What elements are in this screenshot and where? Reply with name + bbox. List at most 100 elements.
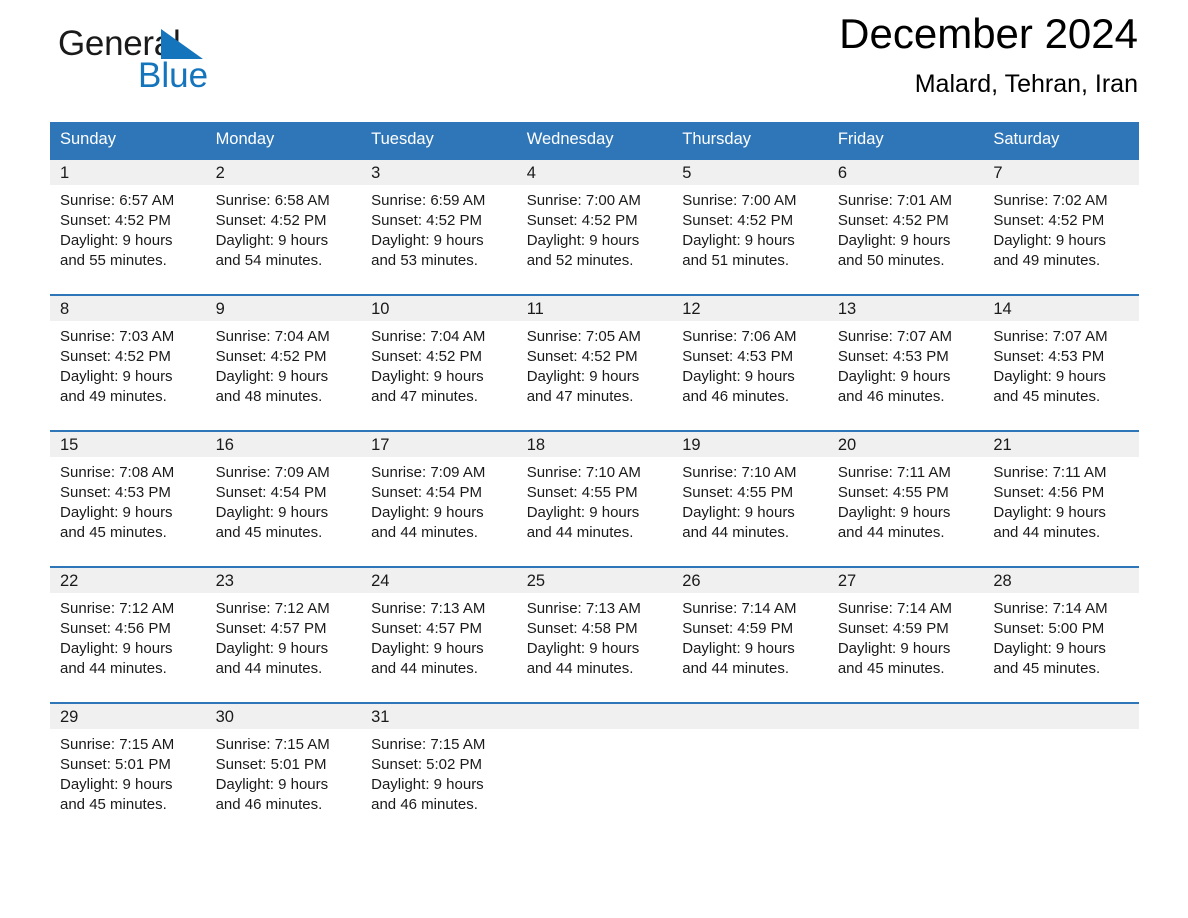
day-details: Sunrise: 7:11 AM Sunset: 4:55 PM Daylight:… — [828, 457, 984, 553]
weekday-header-sunday: Sunday — [50, 122, 206, 159]
calendar-week-row: 22 Sunrise: 7:12 AM Sunset: 4:56 PM Dayligh… — [50, 566, 1139, 689]
daylight-text-line1: Daylight: 9 hours — [837, 368, 951, 385]
day-details: Sunrise: 6:58 AM Sunset: 4:52 PM Daylight:… — [206, 185, 362, 281]
sunset-text: Sunset: 4:57 PM — [215, 620, 327, 637]
brand-triangle-icon — [161, 29, 203, 59]
weekday-header-friday: Friday — [827, 122, 984, 159]
daylight-text-line1: Daylight: 9 hours — [993, 232, 1106, 249]
day-number-band: 19 — [672, 432, 828, 457]
calendar-day-cell[interactable]: 13 Sunrise: 7:07 AM Sunset: 4:53 PM Dayligh… — [827, 294, 984, 417]
sunset-text: Sunset: 4:56 PM — [60, 620, 171, 637]
calendar-day-cell[interactable]: 1 Sunrise: 6:57 AM Sunset: 4:52 PM Daylight… — [50, 158, 206, 281]
day-details: Sunrise: 7:12 AM Sunset: 4:57 PM Daylight:… — [206, 593, 362, 689]
calendar-day-cell[interactable]: 23 Sunrise: 7:12 AM Sunset: 4:57 PM Dayligh… — [205, 566, 362, 689]
sunset-text: Sunset: 4:59 PM — [837, 620, 949, 637]
sunrise-text: Sunrise: 7:13 AM — [526, 600, 641, 617]
calendar-day-cell[interactable]: 27 Sunrise: 7:14 AM Sunset: 4:59 PM Dayligh… — [827, 566, 984, 689]
day-number: 12 — [682, 300, 701, 318]
calendar-day-cell[interactable]: 21 Sunrise: 7:11 AM Sunset: 4:56 PM Dayligh… — [983, 430, 1139, 553]
calendar-day-cell[interactable]: 14 Sunrise: 7:07 AM Sunset: 4:53 PM Dayligh… — [983, 294, 1139, 417]
title-block: December 2024 Malard, Tehran, Iran — [839, 0, 1138, 99]
day-details: Sunrise: 7:13 AM Sunset: 4:58 PM Daylight:… — [517, 593, 673, 689]
calendar-day-cell[interactable]: 19 Sunrise: 7:10 AM Sunset: 4:55 PM Dayligh… — [672, 430, 828, 553]
calendar-day-cell[interactable]: 10 Sunrise: 7:04 AM Sunset: 4:52 PM Dayligh… — [361, 294, 517, 417]
calendar-day-cell[interactable]: 17 Sunrise: 7:09 AM Sunset: 4:54 PM Dayligh… — [361, 430, 517, 553]
daylight-text-line2: and 49 minutes. — [60, 388, 167, 405]
day-number-band: 10 — [361, 296, 517, 321]
day-number-band: 27 — [827, 568, 984, 593]
calendar-day-cell[interactable]: 28 Sunrise: 7:14 AM Sunset: 5:00 PM Dayligh… — [983, 566, 1139, 689]
calendar-week-row: 29 Sunrise: 7:15 AM Sunset: 5:01 PM Dayligh… — [50, 702, 1139, 825]
sunrise-text: Sunrise: 7:04 AM — [371, 328, 486, 345]
sunset-text: Sunset: 4:54 PM — [371, 484, 483, 501]
daylight-text-line2: and 44 minutes. — [526, 660, 634, 677]
calendar-day-cell[interactable]: 5 Sunrise: 7:00 AM Sunset: 4:52 PM Daylight… — [672, 158, 828, 281]
sunset-text: Sunset: 4:53 PM — [60, 484, 171, 501]
sunrise-text: Sunrise: 7:01 AM — [837, 192, 953, 209]
day-details: Sunrise: 7:14 AM Sunset: 4:59 PM Daylight:… — [672, 593, 828, 689]
day-number-band: 12 — [672, 296, 828, 321]
daylight-text-line1: Daylight: 9 hours — [526, 368, 640, 385]
calendar-day-cell[interactable]: 8 Sunrise: 7:03 AM Sunset: 4:52 PM Daylight… — [50, 294, 206, 417]
day-details: Sunrise: 7:04 AM Sunset: 4:52 PM Daylight:… — [206, 321, 362, 417]
day-details: Sunrise: 7:13 AM Sunset: 4:57 PM Daylight:… — [361, 593, 517, 689]
sunrise-text: Sunrise: 7:04 AM — [215, 328, 330, 345]
day-number-band: 29 — [50, 704, 206, 729]
calendar-week-row: 15 Sunrise: 7:08 AM Sunset: 4:53 PM Dayligh… — [50, 430, 1139, 553]
calendar-day-cell[interactable]: 7 Sunrise: 7:02 AM Sunset: 4:52 PM Daylight… — [983, 158, 1139, 281]
calendar-day-cell[interactable]: 6 Sunrise: 7:01 AM Sunset: 4:52 PM Daylight… — [827, 158, 984, 281]
day-details — [828, 729, 984, 745]
sunset-text: Sunset: 4:53 PM — [837, 348, 949, 365]
calendar-day-cell[interactable]: 16 Sunrise: 7:09 AM Sunset: 4:54 PM Dayligh… — [205, 430, 362, 553]
day-number: 22 — [60, 572, 79, 590]
calendar-day-cell[interactable]: 3 Sunrise: 6:59 AM Sunset: 4:52 PM Daylight… — [361, 158, 517, 281]
day-number: 4 — [526, 164, 536, 182]
daylight-text-line2: and 55 minutes. — [60, 252, 167, 269]
calendar-day-cell[interactable]: 22 Sunrise: 7:12 AM Sunset: 4:56 PM Dayligh… — [50, 566, 206, 689]
daylight-text-line2: and 45 minutes. — [60, 796, 167, 813]
calendar-day-cell[interactable]: 12 Sunrise: 7:06 AM Sunset: 4:53 PM Dayligh… — [672, 294, 828, 417]
calendar-day-cell[interactable]: 4 Sunrise: 7:00 AM Sunset: 4:52 PM Daylight… — [516, 158, 673, 281]
calendar-day-cell[interactable]: 11 Sunrise: 7:05 AM Sunset: 4:52 PM Dayligh… — [516, 294, 673, 417]
sunset-text: Sunset: 5:02 PM — [371, 756, 483, 773]
daylight-text-line2: and 45 minutes. — [60, 524, 167, 541]
day-details: Sunrise: 7:06 AM Sunset: 4:53 PM Daylight:… — [672, 321, 828, 417]
day-number-band: 4 — [516, 160, 673, 185]
daylight-text-line2: and 44 minutes. — [215, 660, 323, 677]
day-details: Sunrise: 7:08 AM Sunset: 4:53 PM Daylight:… — [50, 457, 206, 553]
day-details: Sunrise: 7:07 AM Sunset: 4:53 PM Daylight:… — [983, 321, 1139, 417]
sunset-text: Sunset: 4:55 PM — [682, 484, 794, 501]
weekday-header-monday: Monday — [205, 122, 362, 159]
day-number-band: 26 — [672, 568, 828, 593]
sunset-text: Sunset: 4:58 PM — [526, 620, 638, 637]
sunrise-text: Sunrise: 7:14 AM — [682, 600, 797, 617]
daylight-text-line1: Daylight: 9 hours — [371, 776, 484, 793]
calendar-day-cell[interactable]: 26 Sunrise: 7:14 AM Sunset: 4:59 PM Dayligh… — [672, 566, 828, 689]
sunrise-text: Sunrise: 7:10 AM — [682, 464, 797, 481]
daylight-text-line1: Daylight: 9 hours — [526, 232, 640, 249]
calendar-day-cell[interactable]: 25 Sunrise: 7:13 AM Sunset: 4:58 PM Dayligh… — [516, 566, 673, 689]
daylight-text-line1: Daylight: 9 hours — [371, 640, 484, 657]
calendar-day-cell[interactable]: 31 Sunrise: 7:15 AM Sunset: 5:02 PM Dayligh… — [361, 702, 517, 825]
daylight-text-line2: and 45 minutes. — [993, 388, 1101, 405]
calendar-day-cell[interactable]: 2 Sunrise: 6:58 AM Sunset: 4:52 PM Daylight… — [205, 158, 362, 281]
daylight-text-line1: Daylight: 9 hours — [526, 640, 640, 657]
sunrise-text: Sunrise: 7:11 AM — [837, 464, 951, 481]
day-number-band — [827, 704, 984, 729]
weekday-header-wednesday: Wednesday — [516, 122, 673, 159]
day-number: 8 — [60, 300, 70, 318]
day-number-band: 25 — [516, 568, 673, 593]
calendar-day-cell[interactable]: 20 Sunrise: 7:11 AM Sunset: 4:55 PM Dayligh… — [827, 430, 984, 553]
daylight-text-line2: and 52 minutes. — [526, 252, 634, 269]
day-number: 11 — [526, 300, 544, 318]
day-details: Sunrise: 7:11 AM Sunset: 4:56 PM Daylight:… — [983, 457, 1139, 553]
daylight-text-line2: and 44 minutes. — [837, 524, 945, 541]
calendar-day-cell[interactable]: 24 Sunrise: 7:13 AM Sunset: 4:57 PM Dayligh… — [361, 566, 517, 689]
calendar-day-cell[interactable]: 30 Sunrise: 7:15 AM Sunset: 5:01 PM Dayligh… — [205, 702, 362, 825]
calendar-day-cell[interactable]: 15 Sunrise: 7:08 AM Sunset: 4:53 PM Dayligh… — [50, 430, 206, 553]
daylight-text-line2: and 50 minutes. — [837, 252, 945, 269]
sunrise-text: Sunrise: 7:07 AM — [993, 328, 1108, 345]
calendar-day-cell[interactable]: 9 Sunrise: 7:04 AM Sunset: 4:52 PM Daylight… — [205, 294, 362, 417]
calendar-day-cell[interactable]: 29 Sunrise: 7:15 AM Sunset: 5:01 PM Dayligh… — [50, 702, 206, 825]
calendar-day-cell[interactable]: 18 Sunrise: 7:10 AM Sunset: 4:55 PM Dayligh… — [516, 430, 673, 553]
